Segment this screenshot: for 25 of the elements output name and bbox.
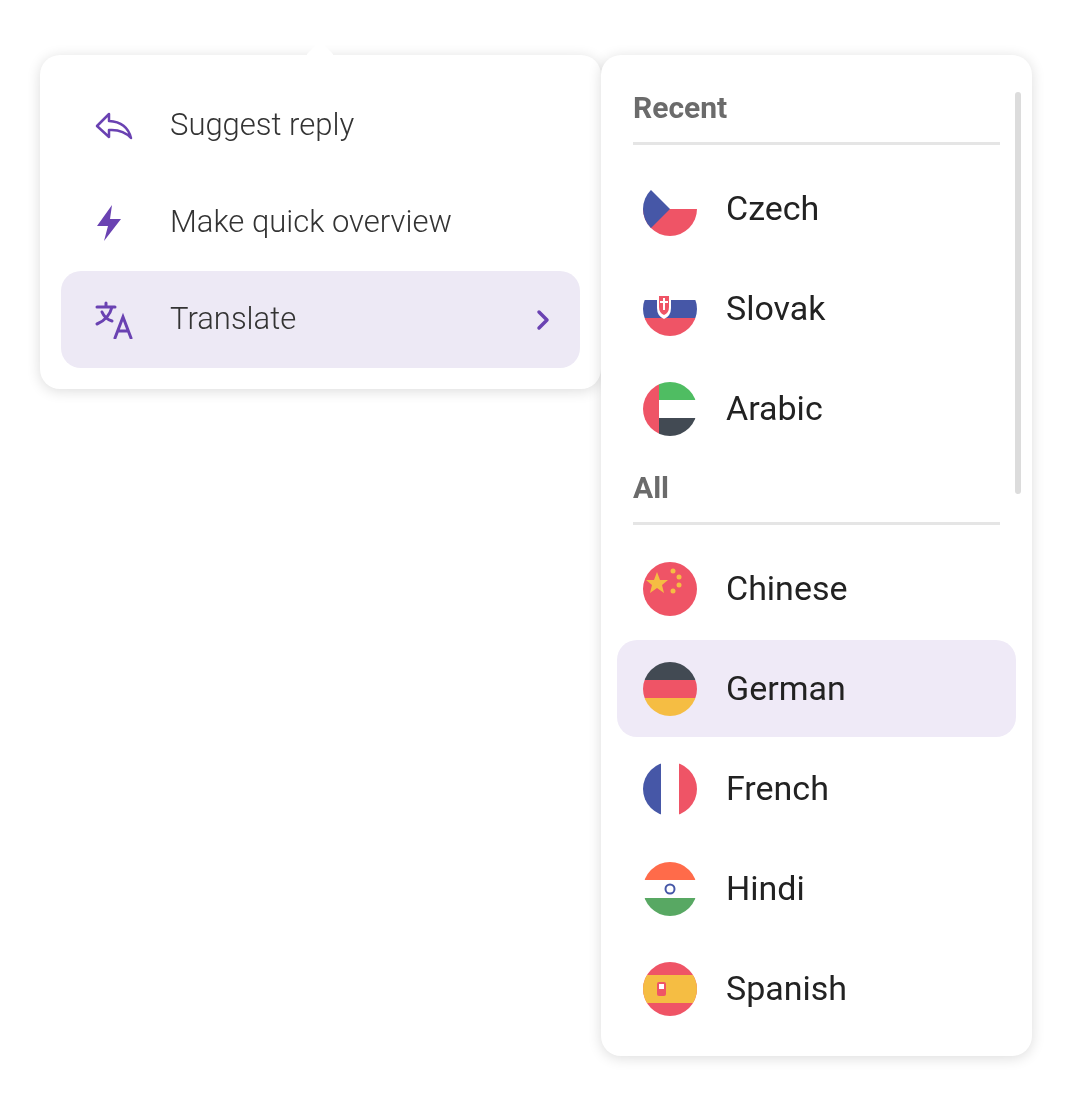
scrollbar-thumb[interactable] <box>1015 92 1021 494</box>
menu-item-label: Suggest reply <box>170 105 356 146</box>
language-label: Spanish <box>726 967 848 1010</box>
reply-icon <box>95 111 133 140</box>
flag-icon <box>643 861 697 916</box>
flag-icon <box>643 761 697 816</box>
translate-icon <box>95 300 133 339</box>
language-label: Hindi <box>726 867 805 910</box>
language-label: Slovak <box>726 287 826 330</box>
lightning-icon <box>95 203 123 242</box>
flag-icon <box>643 381 697 436</box>
language-item[interactable]: German <box>617 640 1016 737</box>
language-label: Arabic <box>726 387 823 430</box>
language-label: Czech <box>726 187 820 230</box>
section-heading: All <box>633 470 670 505</box>
menu-item-label: Translate <box>170 299 298 340</box>
language-label: German <box>726 667 846 710</box>
flag-icon <box>643 561 697 616</box>
language-label: French <box>726 767 829 810</box>
flag-icon <box>643 661 697 716</box>
menu-item[interactable]: Translate <box>61 271 580 368</box>
section-heading: Recent <box>633 90 728 125</box>
menu-item-label: Make quick overview <box>170 202 453 243</box>
language-label: Chinese <box>726 567 848 610</box>
flag-icon <box>643 961 697 1016</box>
